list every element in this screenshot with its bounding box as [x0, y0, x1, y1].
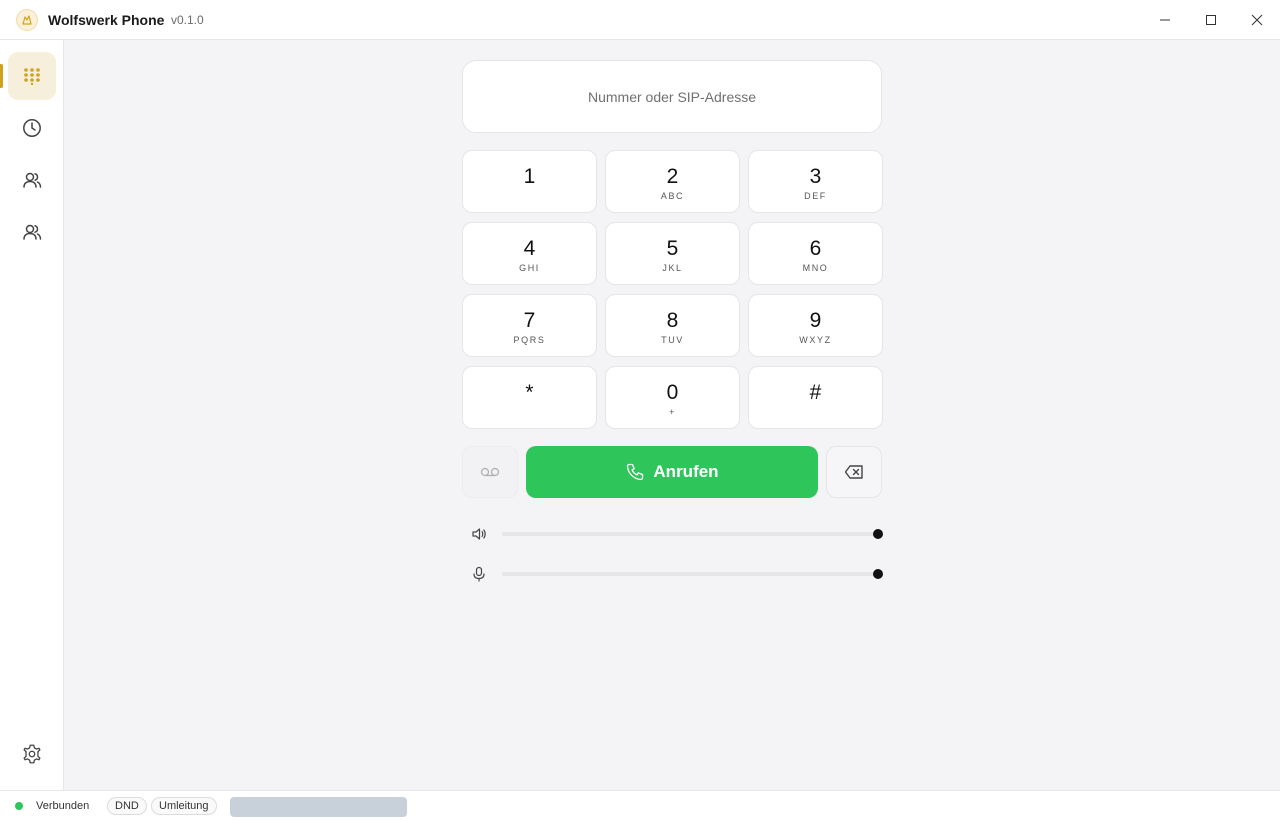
key-digit: 0: [666, 381, 679, 404]
gear-icon: [23, 744, 41, 764]
backspace-button[interactable]: [826, 446, 882, 498]
key-digit: *: [525, 381, 534, 404]
key-letters: WXYZ: [799, 335, 832, 345]
key-digit: 9: [809, 309, 822, 332]
settings-button[interactable]: [8, 730, 56, 778]
key-letters: ABC: [660, 191, 685, 201]
key-7[interactable]: 7 PQRS: [462, 294, 597, 357]
slider-thumb[interactable]: [873, 529, 883, 539]
speaker-volume-slider[interactable]: [502, 529, 883, 539]
key-digit: 6: [809, 237, 822, 260]
key-2[interactable]: 2 ABC: [605, 150, 740, 213]
connection-status: Verbunden: [36, 800, 90, 812]
sidebar-item-groups[interactable]: [8, 208, 56, 256]
key-digit: 3: [809, 165, 822, 188]
key-digit: 4: [523, 237, 536, 260]
backspace-icon: [844, 465, 863, 479]
sidebar-item-contacts[interactable]: [8, 156, 56, 204]
maximize-button[interactable]: [1188, 0, 1234, 40]
key-letters: GHI: [519, 263, 540, 273]
dialer-panel: 1 2 ABC 3 DEF 4 GHI 5 JKL 6 MNO 7 PQRS 8 TUV 9 W…: [64, 40, 1280, 790]
forward-toggle[interactable]: Umleitung: [151, 797, 217, 815]
key-hash[interactable]: #: [748, 366, 883, 429]
maximize-icon: [1206, 15, 1216, 25]
key-3[interactable]: 3 DEF: [748, 150, 883, 213]
wolf-logo-icon: [16, 9, 38, 31]
key-6[interactable]: 6 MNO: [748, 222, 883, 285]
key-letters: MNO: [802, 263, 829, 273]
status-loading-placeholder: [230, 797, 407, 817]
key-letters: JKL: [662, 263, 683, 273]
dialpad-icon: [24, 68, 40, 85]
sidebar-item-dialpad[interactable]: [8, 52, 56, 100]
mic-volume-slider[interactable]: [502, 569, 883, 579]
active-indicator: [0, 64, 3, 88]
minimize-button[interactable]: [1142, 0, 1188, 40]
users-icon: [23, 224, 42, 240]
sidebar: [0, 40, 64, 790]
key-digit: 2: [666, 165, 679, 188]
speaker-volume-row: [462, 524, 883, 544]
key-digit: 1: [523, 165, 536, 188]
key-5[interactable]: 5 JKL: [605, 222, 740, 285]
close-button[interactable]: [1234, 0, 1280, 40]
key-digit: 8: [666, 309, 679, 332]
call-button-label: Anrufen: [653, 462, 719, 481]
key-letters: DEF: [804, 191, 827, 201]
mic-volume-row: [462, 564, 883, 584]
connection-status-dot: [15, 802, 23, 810]
dnd-toggle[interactable]: DND: [107, 797, 147, 815]
voicemail-button[interactable]: [462, 446, 518, 498]
microphone-icon: [470, 565, 488, 583]
speaker-icon: [470, 525, 488, 543]
key-0[interactable]: 0 +: [605, 366, 740, 429]
key-letters: +: [669, 407, 676, 417]
action-row: Anrufen: [462, 446, 882, 498]
key-4[interactable]: 4 GHI: [462, 222, 597, 285]
close-icon: [1251, 14, 1263, 26]
slider-thumb[interactable]: [873, 569, 883, 579]
key-letters: PQRS: [513, 335, 546, 345]
key-star[interactable]: *: [462, 366, 597, 429]
key-8[interactable]: 8 TUV: [605, 294, 740, 357]
voicemail-icon: [480, 467, 500, 477]
key-letters: TUV: [661, 335, 684, 345]
users-icon: [23, 172, 42, 188]
clock-icon: [23, 119, 41, 137]
call-button[interactable]: Anrufen: [526, 446, 818, 498]
key-9[interactable]: 9 WXYZ: [748, 294, 883, 357]
keypad: 1 2 ABC 3 DEF 4 GHI 5 JKL 6 MNO 7 PQRS 8 TUV 9 W…: [462, 150, 883, 429]
key-digit: 5: [666, 237, 679, 260]
key-digit: 7: [523, 309, 536, 332]
title-bar: Wolfswerk Phone v0.1.0: [0, 0, 1280, 40]
key-1[interactable]: 1: [462, 150, 597, 213]
phone-icon: [627, 463, 644, 481]
app-title: Wolfswerk Phone: [48, 12, 165, 28]
minimize-icon: [1160, 19, 1170, 21]
sidebar-item-history[interactable]: [8, 104, 56, 152]
number-input[interactable]: [462, 60, 882, 133]
status-bar: Verbunden DND Umleitung: [0, 790, 1280, 820]
key-digit: #: [809, 381, 822, 404]
app-version: v0.1.0: [171, 13, 204, 27]
